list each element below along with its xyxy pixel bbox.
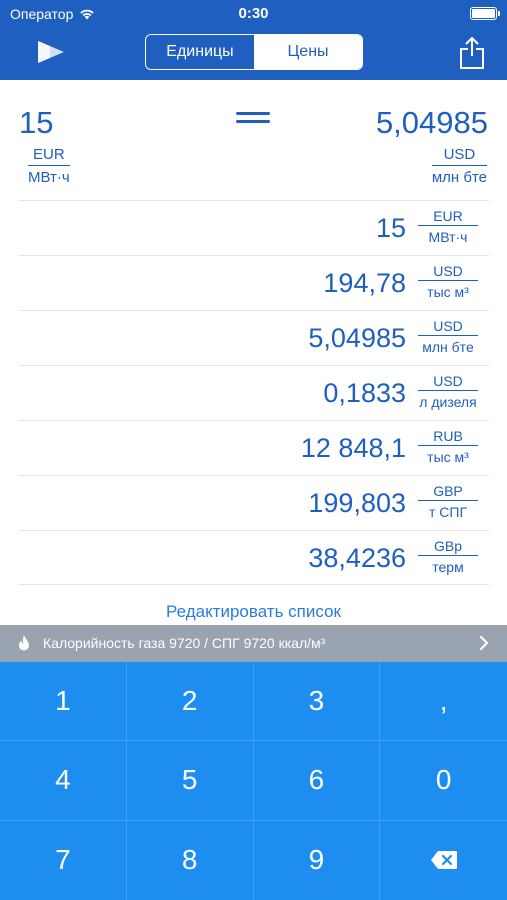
tab-units[interactable]: Единицы — [146, 35, 254, 69]
result-currency: USD — [418, 318, 478, 336]
key-9[interactable]: 9 — [254, 820, 381, 900]
result-unit-name: МВт·ч — [428, 229, 468, 245]
input-value[interactable]: 15 — [19, 105, 53, 141]
result-currency: RUB — [418, 428, 478, 446]
result-row[interactable]: 194,78 USD тыс м³ — [19, 255, 489, 310]
key-6[interactable]: 6 — [253, 741, 381, 821]
result-currency: GBp — [418, 538, 478, 556]
units-prices-segmented-control: Единицы Цены — [145, 34, 363, 70]
key-0[interactable]: 0 — [380, 741, 507, 821]
edit-list-link[interactable]: Редактировать список — [0, 602, 507, 622]
backspace-key[interactable] — [380, 821, 507, 900]
result-currency: EUR — [418, 208, 478, 226]
input-unit: МВт·ч — [28, 169, 70, 186]
key-3[interactable]: 3 — [253, 662, 381, 742]
result-currency: GBP — [418, 483, 478, 501]
key-7[interactable]: 7 — [0, 820, 127, 900]
output-value[interactable]: 5,04985 — [376, 105, 488, 141]
share-icon[interactable] — [459, 36, 485, 70]
chevron-right-icon — [479, 635, 489, 651]
output-unit: млн бте — [431, 169, 487, 186]
result-row[interactable]: 38,4236 GBp терм — [19, 530, 489, 585]
result-unit-name: тыс м³ — [427, 449, 469, 465]
calorific-value-text: Калорийность газа 9720 / СПГ 9720 ккал/м… — [43, 635, 326, 651]
result-row[interactable]: 5,04985 USD млн бте — [19, 310, 489, 365]
result-unit-name: млн бте — [422, 339, 474, 355]
flame-icon — [19, 635, 29, 651]
tab-prices[interactable]: Цены — [254, 35, 362, 69]
result-value: 0,1833 — [323, 378, 406, 408]
input-unit-selector[interactable]: EUR МВт·ч — [28, 146, 70, 186]
results-list: 15 EUR МВт·ч 194,78 USD тыс м³ 5,04985 U… — [19, 200, 489, 585]
result-unit: GBp терм — [418, 538, 478, 575]
result-unit-name: л дизеля — [419, 394, 477, 410]
result-row[interactable]: 12 848,1 RUB тыс м³ — [19, 420, 489, 475]
result-row[interactable]: 15 EUR МВт·ч — [19, 200, 489, 255]
key-8[interactable]: 8 — [127, 820, 254, 900]
result-unit-name: терм — [432, 559, 464, 575]
result-unit: USD тыс м³ — [418, 263, 478, 300]
clock: 0:30 — [238, 5, 269, 22]
key-comma[interactable]: , — [380, 662, 507, 742]
result-unit-name: т СПГ — [428, 504, 468, 520]
result-unit: GBP т СПГ — [418, 483, 478, 520]
result-unit: EUR МВт·ч — [418, 208, 478, 245]
result-unit: RUB тыс м³ — [418, 428, 478, 465]
output-currency: USD — [431, 146, 487, 166]
result-row[interactable]: 0,1833 USD л дизеля — [19, 365, 489, 420]
input-currency: EUR — [28, 146, 70, 166]
gas-calorific-value-bar[interactable]: Калорийность газа 9720 / СПГ 9720 ккал/м… — [0, 625, 507, 662]
result-value: 38,4236 — [308, 543, 406, 573]
key-5[interactable]: 5 — [126, 741, 254, 821]
backspace-icon — [430, 851, 457, 870]
result-currency: USD — [418, 263, 478, 281]
equals-icon — [236, 109, 270, 125]
result-unit: USD л дизеля — [418, 373, 478, 410]
result-value: 199,803 — [308, 488, 406, 518]
result-value: 194,78 — [323, 268, 406, 298]
result-value: 5,04985 — [308, 323, 406, 353]
navigation-bar: Оператор 0:30 Единицы Цены — [0, 0, 507, 80]
numeric-keypad: 1 2 3 , 4 5 6 0 7 8 9 — [0, 662, 507, 900]
key-4[interactable]: 4 — [0, 741, 127, 821]
result-unit-name: тыс м³ — [427, 284, 469, 300]
result-row[interactable]: 199,803 GBP т СПГ — [19, 475, 489, 530]
battery-icon — [470, 7, 500, 20]
result-value: 15 — [375, 213, 406, 243]
output-unit-selector[interactable]: USD млн бте — [431, 146, 487, 186]
key-1[interactable]: 1 — [0, 662, 127, 742]
result-unit: USD млн бте — [418, 318, 478, 355]
app-logo-icon[interactable] — [34, 37, 68, 67]
result-value: 12 848,1 — [300, 433, 406, 463]
key-2[interactable]: 2 — [126, 662, 254, 742]
status-bar: Оператор 0:30 — [0, 0, 507, 28]
result-currency: USD — [418, 373, 478, 391]
